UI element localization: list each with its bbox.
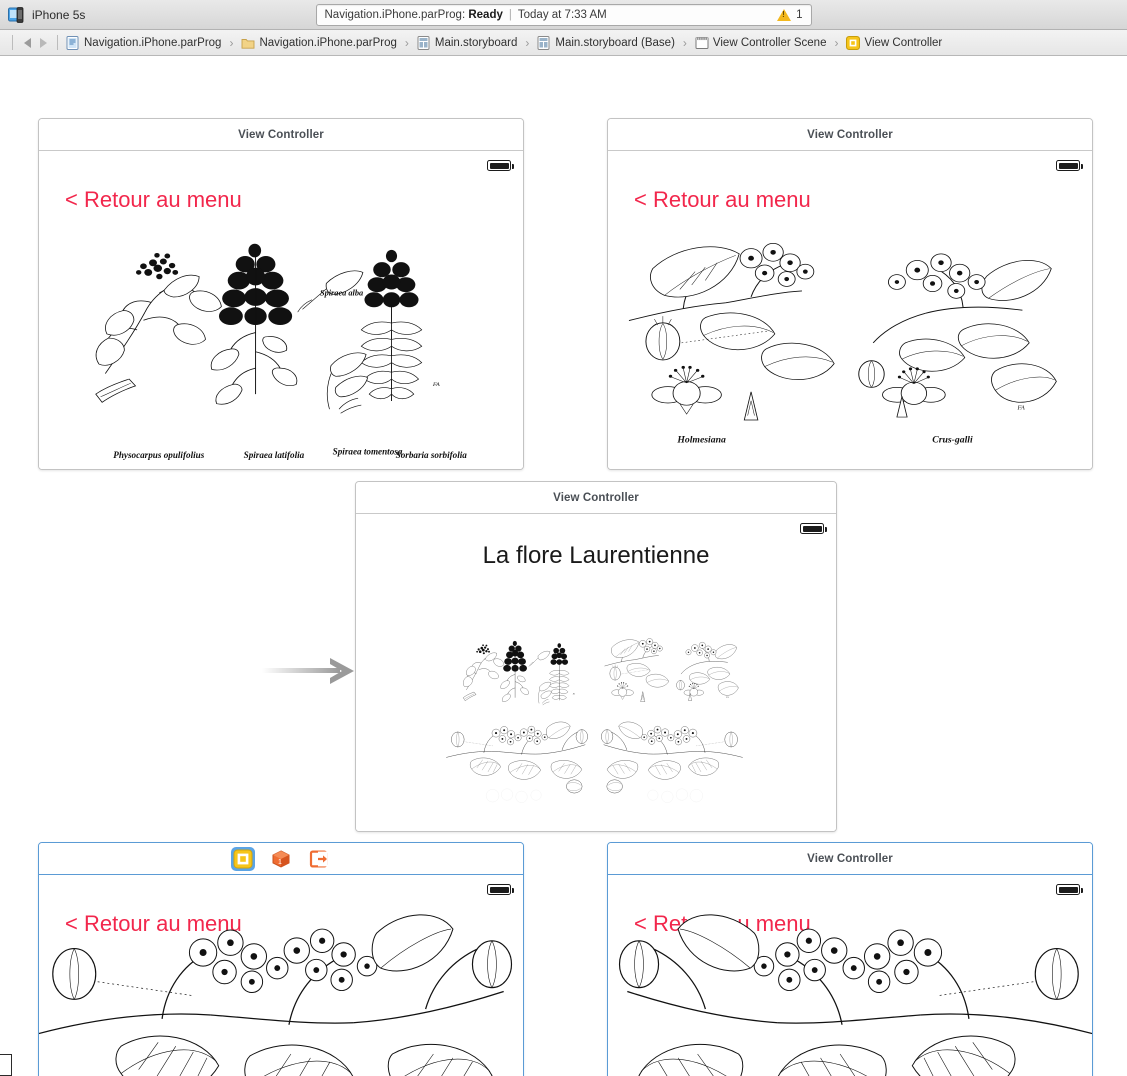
jumpbar-divider-right xyxy=(57,35,58,50)
view-controller-icon xyxy=(846,35,861,50)
scene-top-left[interactable]: View Controller < Retour au menu Physoca… xyxy=(38,118,524,470)
breadcrumb-item-view-controller[interactable]: View Controller xyxy=(844,35,944,50)
back-arrow-icon[interactable] xyxy=(19,34,35,52)
view-controller-icon[interactable] xyxy=(231,846,255,871)
jumpbar-divider-left xyxy=(12,35,13,50)
scene-dock-icons[interactable]: 1 xyxy=(231,846,331,871)
illustration-spiraea: Physocarpus opulifolius Spiraea latifoli… xyxy=(39,151,523,469)
initial-view-controller-arrow xyxy=(262,656,357,686)
simulator-icon xyxy=(8,6,25,23)
status-separator: | xyxy=(508,9,512,21)
scene-icon xyxy=(695,36,709,50)
storyboard-canvas[interactable]: FA xyxy=(0,56,1127,1076)
plant-caption: Sorbaria sorbifolia xyxy=(396,450,468,460)
breadcrumb-label: View Controller Scene xyxy=(712,36,827,49)
issue-summary[interactable]: 1 xyxy=(777,9,803,21)
scheme-label: iPhone 5s xyxy=(32,7,86,22)
thumbnail-crataegus-b[interactable] xyxy=(446,711,594,804)
plant-caption: Crus-galli xyxy=(932,435,973,446)
thumbnail-crataegus-c[interactable] xyxy=(598,711,746,804)
activity-status-bar: Navigation.iPhone.parProg: Ready | Today a… xyxy=(315,4,812,26)
thumbnail-crataegus-a[interactable] xyxy=(598,614,746,707)
plant-caption: Physocarpus opulifolius xyxy=(113,450,204,460)
xcode-toolbar: iPhone 5s Navigation.iPhone.parProg: Rea… xyxy=(0,0,1127,30)
scene-title: View Controller xyxy=(553,491,639,504)
scheme-selector[interactable]: iPhone 5s xyxy=(0,6,86,23)
thumbnail-spiraea[interactable] xyxy=(446,614,594,707)
scene-dock[interactable]: View Controller xyxy=(608,843,1092,875)
breadcrumb-separator: › xyxy=(682,35,687,50)
breadcrumb-item-folder[interactable]: Navigation.iPhone.parProg xyxy=(239,36,398,50)
plant-caption: Spiraea tomentosa xyxy=(333,447,403,457)
breadcrumb-separator: › xyxy=(404,35,409,50)
svg-text:1: 1 xyxy=(278,859,282,866)
breadcrumb-separator: › xyxy=(834,35,839,50)
breadcrumb-label: View Controller xyxy=(864,36,943,49)
scene-title: View Controller xyxy=(807,852,893,865)
plant-caption: Spiraea latifolia xyxy=(244,450,305,460)
breadcrumb-label: Navigation.iPhone.parProg xyxy=(84,36,222,49)
scene-dock[interactable]: View Controller xyxy=(608,119,1092,151)
scene-dock[interactable]: View Controller xyxy=(39,119,523,151)
illustration-thumbnail-grid xyxy=(446,614,746,804)
illustration-crataegus-c xyxy=(608,875,1092,1076)
forward-arrow-icon[interactable] xyxy=(35,34,51,52)
status-project: Navigation.iPhone.parProg: xyxy=(324,9,466,21)
breadcrumb-label: Navigation.iPhone.parProg xyxy=(259,36,397,49)
battery-icon xyxy=(800,523,827,534)
storyboard-file-icon xyxy=(537,35,550,50)
breadcrumb-item-storyboard-base[interactable]: Main.storyboard (Base) xyxy=(535,35,677,50)
warning-count: 1 xyxy=(796,9,803,21)
warning-triangle-icon xyxy=(777,9,792,21)
breadcrumb-item-scene[interactable]: View Controller Scene xyxy=(693,36,829,50)
scene-title: View Controller xyxy=(807,128,893,141)
project-icon xyxy=(66,35,79,50)
plant-caption: Spiraea alba xyxy=(320,289,363,298)
exit-icon[interactable] xyxy=(307,847,331,871)
status-time: Today at 7:33 AM xyxy=(517,9,607,21)
storyboard-file-icon xyxy=(417,35,430,50)
scene-bottom-right[interactable]: View Controller < Retour au menu xyxy=(607,842,1093,1076)
breadcrumb-item-storyboard[interactable]: Main.storyboard xyxy=(415,35,519,50)
scene-title: View Controller xyxy=(238,128,324,141)
breadcrumb-label: Main.storyboard xyxy=(434,36,518,49)
status-message: Navigation.iPhone.parProg: Ready | Today a… xyxy=(325,9,607,21)
device-preview[interactable]: < Retour au menu xyxy=(39,875,523,1076)
breadcrumb-label: Main.storyboard (Base) xyxy=(555,36,675,49)
breadcrumb-separator: › xyxy=(229,35,234,50)
first-responder-icon[interactable]: 1 xyxy=(269,847,293,871)
scene-center-menu[interactable]: View Controller La flore Laurentienne xyxy=(355,481,837,832)
plant-caption: Holmesiana xyxy=(676,435,726,446)
panel-toggle-stub[interactable] xyxy=(0,1054,12,1076)
status-state: Ready xyxy=(468,9,503,21)
app-title-label: La flore Laurentienne xyxy=(482,542,710,569)
illustration-crataegus-b xyxy=(39,875,523,1076)
breadcrumb-separator: › xyxy=(525,35,530,50)
breadcrumb-item-project[interactable]: Navigation.iPhone.parProg xyxy=(64,35,223,50)
scene-dock[interactable]: View Controller xyxy=(356,482,836,514)
illustration-crataegus-a: Holmesiana Crus-galli xyxy=(608,151,1092,469)
device-preview[interactable]: < Retour au menu Physocarpus opulifolius… xyxy=(39,151,523,469)
device-preview[interactable]: < Retour au menu Holmesiana Crus-galli xyxy=(608,151,1092,469)
scene-top-right[interactable]: View Controller < Retour au menu Holmesi… xyxy=(607,118,1093,470)
device-preview[interactable]: La flore Laurentienne xyxy=(356,514,836,831)
folder-icon xyxy=(241,36,255,50)
scene-bottom-left[interactable]: 1 < Retour au menu xyxy=(38,842,524,1076)
scene-dock[interactable]: 1 xyxy=(39,843,523,875)
jump-bar: Navigation.iPhone.parProg › Navigation.i… xyxy=(0,30,1127,56)
device-preview[interactable]: < Retour au menu xyxy=(608,875,1092,1076)
